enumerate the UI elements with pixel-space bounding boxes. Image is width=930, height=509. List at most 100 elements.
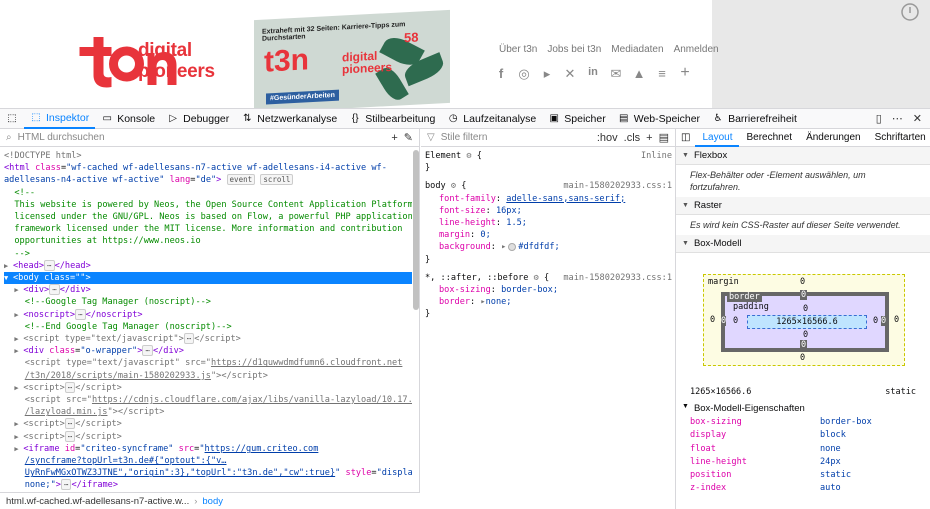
tree-line[interactable]: <!--: [4, 187, 412, 199]
margin-left-value[interactable]: 0: [710, 315, 715, 325]
border-top-value[interactable]: 0: [800, 290, 808, 300]
prop-row[interactable]: display block: [690, 429, 916, 442]
nav-link-about[interactable]: Über t3n: [499, 44, 537, 55]
xing-icon[interactable]: ✕: [563, 66, 577, 82]
tree-line[interactable]: <!DOCTYPE html>: [4, 150, 412, 162]
border-left-value[interactable]: 0: [721, 316, 727, 326]
tab-debugger[interactable]: ▷ Debugger: [161, 109, 235, 129]
prop-row[interactable]: z-index auto: [690, 482, 916, 495]
tab-changes[interactable]: Änderungen: [799, 129, 868, 147]
search-input[interactable]: HTML durchsuchen: [18, 132, 386, 143]
grid-section-header[interactable]: ▼ Raster: [676, 197, 930, 215]
more-icon[interactable]: ⋯: [892, 112, 903, 125]
flexbox-section-header[interactable]: ▼ Flexbox: [676, 147, 930, 165]
sidebar-toggle-icon[interactable]: ◫: [676, 132, 695, 143]
tree-line[interactable]: opportunities at https://www.neos.io: [4, 235, 412, 247]
rule-source[interactable]: main-1580202933.css:1: [563, 180, 672, 192]
list-icon[interactable]: ≡: [655, 66, 669, 82]
tab-performance[interactable]: ◷ Laufzeitanalyse: [441, 109, 542, 129]
tree-line[interactable]: <!--End Google Tag Manager (noscript)-->: [4, 321, 412, 333]
tree-line[interactable]: ▶ <noscript> ⋯ </noscript>: [4, 308, 412, 321]
tab-style-editor[interactable]: {} Stilbearbeitung: [343, 109, 441, 129]
margin-top-value[interactable]: 0: [800, 277, 805, 287]
eyedropper-icon[interactable]: ✎: [404, 131, 413, 144]
margin-right-value[interactable]: 0: [894, 315, 899, 325]
markup-scrollbar[interactable]: [413, 148, 419, 498]
css-declaration[interactable]: box-sizing: border-box;: [425, 284, 672, 296]
tree-line[interactable]: ▶ <script type="text/javascript"> ⋯ </scrip…: [4, 333, 412, 345]
tab-accessibility[interactable]: ♿ Barrierefreiheit: [706, 109, 803, 129]
tree-line[interactable]: ▶ <script> ⋯ </script>: [4, 418, 412, 430]
tree-line[interactable]: ▶ <head> ⋯ </head>: [4, 259, 412, 272]
tree-line[interactable]: <script src="https://cdnjs.cloudflare.co…: [4, 394, 412, 406]
tab-layout[interactable]: Layout: [695, 129, 740, 147]
twitter-icon[interactable]: ▸: [540, 66, 554, 82]
css-declaration[interactable]: background: ▸ #dfdfdf;: [425, 241, 672, 253]
toggle-icon[interactable]: [900, 2, 920, 22]
css-declaration[interactable]: font-family: adelle-sans,sans-serif;: [425, 193, 672, 205]
rule-universal[interactable]: *, ::after, ::before ⚙ {main-1580202933.…: [425, 272, 672, 321]
tree-line[interactable]: <html class="wf-cached wf-adellesans-n7-…: [4, 162, 412, 174]
prop-row[interactable]: line-height 24px: [690, 456, 916, 469]
tree-line[interactable]: ▶ <script> ⋯ </script>: [4, 430, 412, 443]
prop-row[interactable]: float none: [690, 443, 916, 456]
linkedin-icon[interactable]: in: [586, 66, 600, 82]
css-declaration[interactable]: line-height: 1.5;: [425, 217, 672, 229]
mail-icon[interactable]: ✉: [609, 66, 623, 82]
tree-line[interactable]: ▶ <div> ⋯ </div>: [4, 284, 412, 296]
tab-console[interactable]: ▭ Konsole: [95, 109, 161, 129]
tab-storage[interactable]: ▤ Web-Speicher: [612, 109, 706, 129]
magazine-cover[interactable]: Extraheft mit 32 Seiten: Karriere-Tipps …: [254, 9, 450, 108]
close-icon[interactable]: ✕: [913, 112, 922, 125]
prop-row[interactable]: box-sizing border-box: [690, 416, 916, 429]
tab-computed[interactable]: Berechnet: [739, 129, 799, 147]
rule-body[interactable]: body ⚙ {main-1580202933.css:1 font-famil…: [425, 180, 672, 265]
tree-line[interactable]: none;"> ⋯ </iframe>: [4, 479, 412, 491]
cls-toggle[interactable]: .cls: [624, 132, 641, 144]
filter-input[interactable]: Stile filtern: [441, 132, 591, 143]
bell-icon[interactable]: ▲: [632, 66, 646, 82]
rule-source[interactable]: main-1580202933.css:1: [563, 272, 672, 284]
tree-line[interactable]: <!--Google Tag Manager (noscript)-->: [4, 296, 412, 308]
padding-left-value[interactable]: 0: [733, 316, 738, 326]
nav-link-jobs[interactable]: Jobs bei t3n: [547, 44, 601, 55]
box-content[interactable]: 1265×16566.6: [747, 315, 867, 329]
nav-link-media[interactable]: Mediadaten: [611, 44, 663, 55]
padding-bottom-value[interactable]: 0: [803, 330, 808, 340]
tree-line[interactable]: adellesans-n4-active wf-active" lang="de…: [4, 174, 412, 186]
hov-toggle[interactable]: :hov: [597, 132, 618, 144]
boxmodel-props-header[interactable]: ▼ Box-Modell-Eigenschaften: [682, 403, 805, 414]
rule-source[interactable]: Inline: [641, 150, 672, 162]
padding-right-value[interactable]: 0: [873, 316, 878, 326]
tree-line[interactable]: ▶ <script> ⋯ </script>: [4, 381, 412, 394]
event-badge[interactable]: event: [226, 174, 256, 186]
tab-network[interactable]: ⇅ Netzwerkanalyse: [235, 109, 343, 129]
add-node-icon[interactable]: +: [391, 132, 397, 144]
boxmodel-section-header[interactable]: ▼ Box-Modell: [676, 235, 930, 253]
gear-icon[interactable]: ⚙: [534, 273, 539, 283]
tree-line[interactable]: <script type="text/javascript" src="http…: [4, 357, 412, 369]
gear-icon[interactable]: ⚙: [451, 181, 456, 191]
breadcrumb-html[interactable]: html.wf-cached.wf-adellesans-n7-active.w…: [6, 496, 189, 507]
rule-element[interactable]: Element ⚙ {Inline }: [425, 150, 672, 174]
gear-icon[interactable]: ⚙: [466, 151, 471, 161]
nav-link-login[interactable]: Anmelden: [674, 44, 719, 55]
css-declaration[interactable]: font-size: 16px;: [425, 205, 672, 217]
element-picker-button[interactable]: ⬚: [0, 109, 24, 129]
tree-line[interactable]: ▶ <iframe id="criteo-syncframe" src="http…: [4, 443, 412, 455]
tree-line[interactable]: framework licensed under the MIT license…: [4, 223, 412, 235]
css-declaration[interactable]: margin: 0;: [425, 229, 672, 241]
plus-icon[interactable]: +: [678, 65, 692, 82]
padding-top-value[interactable]: 0: [803, 304, 808, 314]
instagram-icon[interactable]: ◎: [517, 66, 531, 82]
tree-line[interactable]: UyRnFwMGxOTWZ3JTNE","origin":3},"topUrl"…: [4, 467, 412, 479]
tree-line[interactable]: /t3n/2018/scripts/main-1580202933.js"></…: [4, 370, 412, 382]
markup-tree[interactable]: <!DOCTYPE html> <html class="wf-cached w…: [0, 148, 412, 498]
tree-line[interactable]: ▶ <div class="o-wrapper"> ⋯ </div>: [4, 345, 412, 357]
scroll-badge[interactable]: scroll: [260, 174, 294, 186]
tree-line-selected[interactable]: ▼ <body class="">: [4, 272, 412, 285]
tree-line[interactable]: This website is powered by Neos, the Ope…: [4, 199, 412, 211]
tab-fonts[interactable]: Schriftarten: [868, 129, 930, 147]
tree-line[interactable]: /lazyload.min.js"></script>: [4, 406, 412, 418]
tree-line[interactable]: /syncframe?topUrl=t3n.de#{"optout":{"v…: [4, 455, 412, 467]
